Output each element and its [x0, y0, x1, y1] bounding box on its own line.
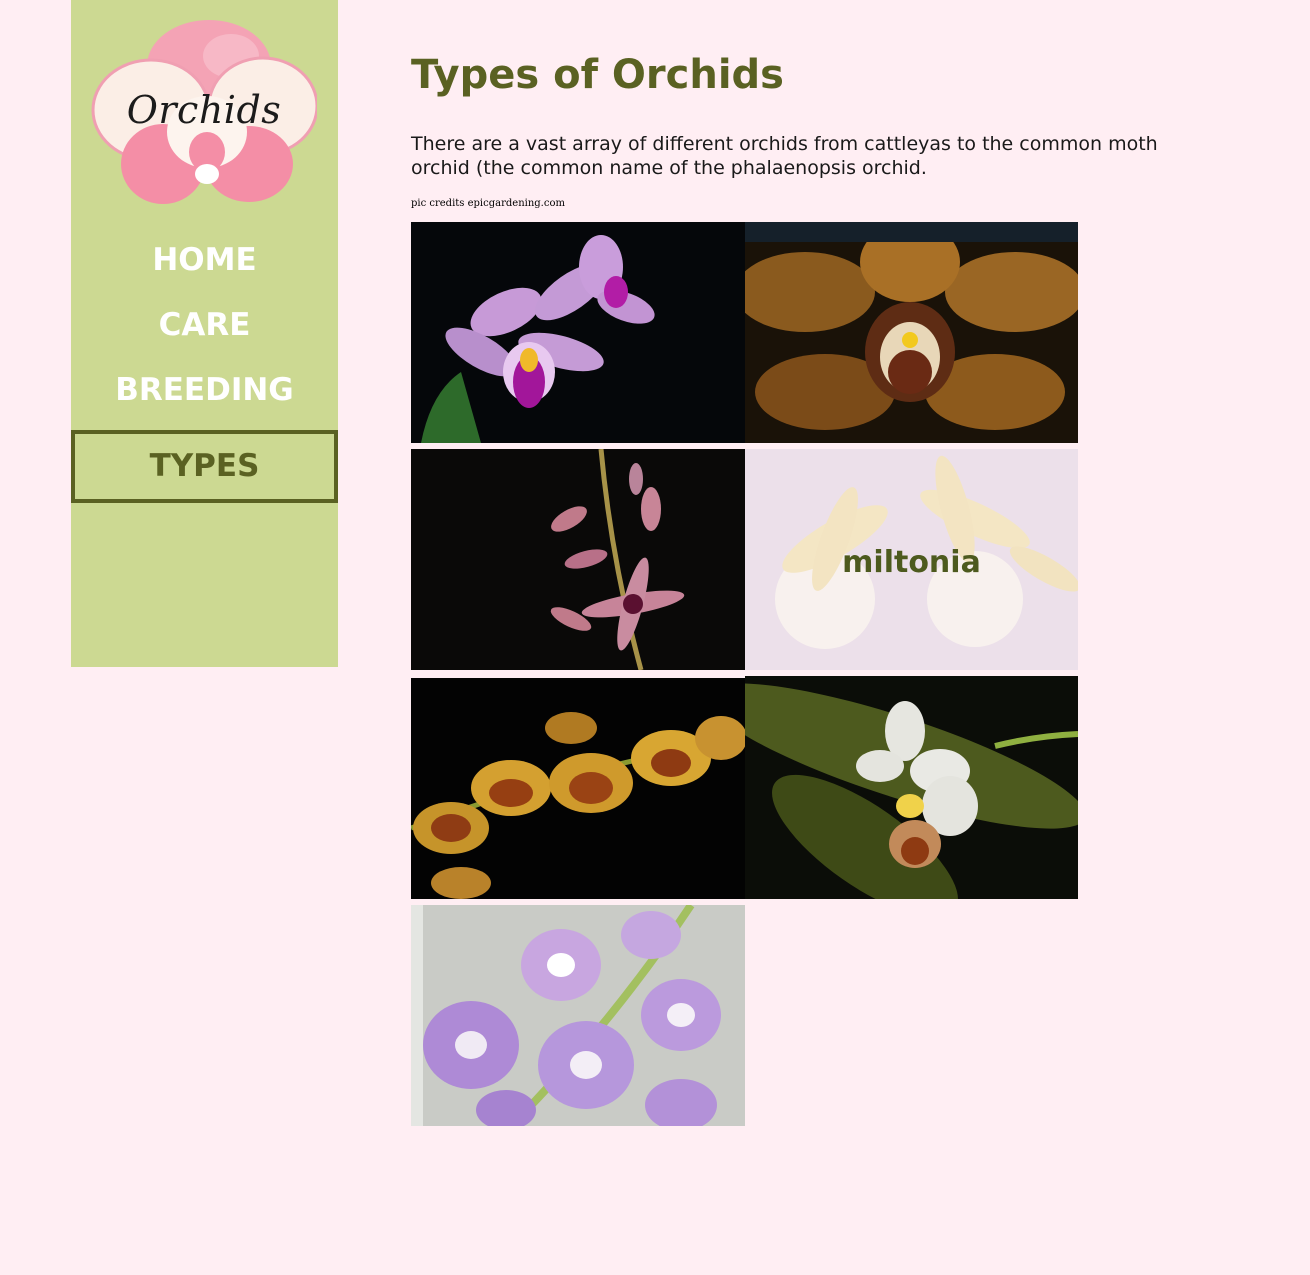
- orchid-photo: [411, 222, 745, 443]
- orchid-image-dendrobium[interactable]: [411, 449, 745, 670]
- main-nav: HOME CARE BREEDING TYPES: [71, 232, 338, 503]
- orchid-logo[interactable]: Orchids: [91, 14, 317, 214]
- nav-home[interactable]: HOME: [71, 232, 338, 297]
- orchid-photo: [411, 449, 745, 670]
- intro-text: There are a vast array of different orch…: [411, 133, 1158, 179]
- sidebar: Orchids HOME CARE BREEDING TYPES: [71, 0, 338, 667]
- orchid-image-cattleya[interactable]: [411, 222, 745, 443]
- orchid-photo: [411, 678, 745, 899]
- orchid-photo: [745, 222, 1078, 443]
- orchid-image-miltonia[interactable]: miltonia: [745, 449, 1078, 670]
- orchid-image-phalaenopsis[interactable]: [745, 676, 1078, 899]
- orchid-photo: [745, 676, 1078, 899]
- nav-breeding[interactable]: BREEDING: [71, 362, 338, 427]
- orchid-image-vanda[interactable]: [411, 905, 745, 1126]
- orchid-image-oncidium[interactable]: [411, 678, 745, 899]
- nav-care[interactable]: CARE: [71, 297, 338, 362]
- orchid-photo: [411, 905, 745, 1126]
- page-title: Types of Orchids: [411, 52, 784, 98]
- pic-credits: pic credits epicgardening.com: [411, 198, 565, 209]
- nav-types[interactable]: TYPES: [71, 430, 338, 503]
- orchid-image-cymbidium[interactable]: [745, 222, 1078, 443]
- image-hover-label: miltonia: [842, 545, 981, 580]
- logo-text: Orchids: [126, 88, 282, 132]
